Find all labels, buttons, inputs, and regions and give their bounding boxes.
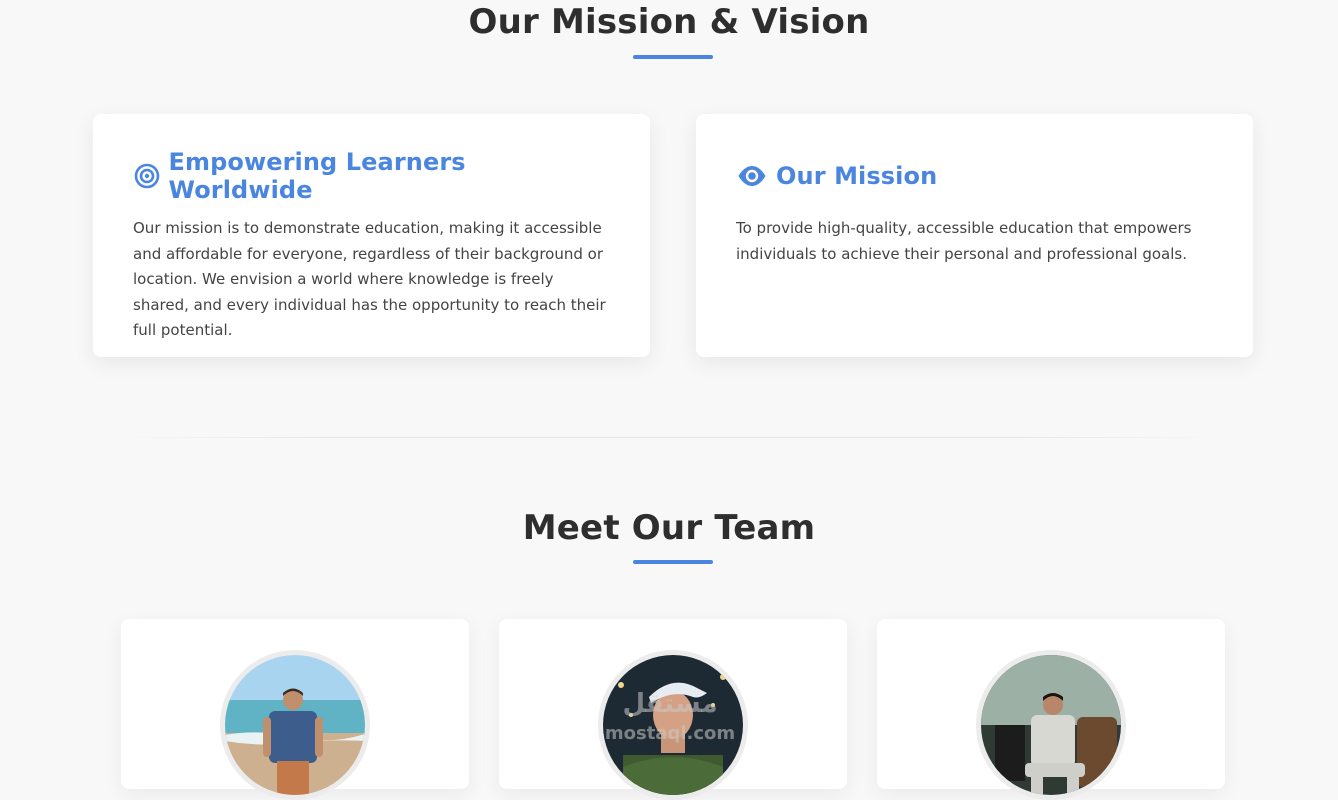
team-member-card — [877, 619, 1225, 800]
team-title: Meet Our Team — [522, 508, 816, 548]
mission-card-our-mission: Our Mission To provide high-quality, acc… — [696, 114, 1253, 357]
target-icon — [133, 162, 160, 190]
team-member-card — [499, 619, 847, 800]
team-member-card — [121, 619, 469, 800]
team-title-underline — [633, 560, 713, 564]
mission-card-heading: Empowering Learners Worldwide — [168, 148, 466, 204]
mission-card-text: To provide high-quality, accessible educ… — [736, 219, 1192, 263]
mission-card-heading: Our Mission — [776, 162, 938, 190]
mission-title-underline — [633, 55, 713, 59]
team-member-photo-cap — [598, 650, 748, 800]
team-member-photo-beach — [220, 650, 370, 800]
section-divider — [120, 437, 1220, 438]
mission-vision-title: Our Mission & Vision — [468, 2, 870, 42]
mission-card-text: Our mission is to demonstrate education,… — [133, 219, 606, 339]
team-member-photo-chair — [976, 650, 1126, 800]
eye-icon — [736, 162, 768, 190]
mission-card-empowering: Empowering Learners Worldwide Our missio… — [93, 114, 650, 357]
